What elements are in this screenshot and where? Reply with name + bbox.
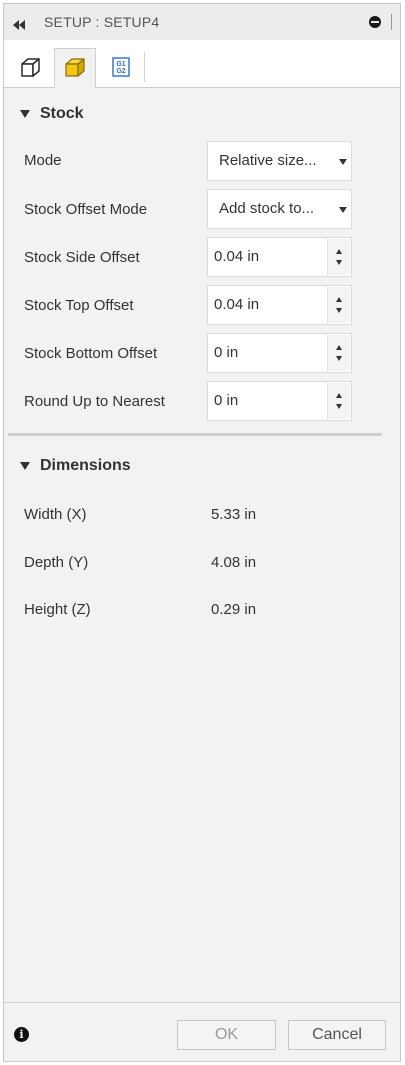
setup-box-outline-icon [19,56,41,82]
svg-text:G1: G1 [116,61,125,68]
svg-text:G2: G2 [116,68,125,75]
spinner-buttons[interactable] [327,239,350,275]
resize-grip[interactable] [391,14,392,30]
title-bar: SETUP : SETUP4 [4,4,400,40]
stock-top-offset-label: Stock Top Offset [24,297,134,314]
stock-bottom-offset-value[interactable]: 0 in [214,344,238,361]
spin-down-icon[interactable] [336,308,342,313]
spinner-buttons[interactable] [327,383,350,419]
stock-offset-mode-dropdown[interactable]: Add stock to... [207,189,352,229]
tab-separator [144,52,145,82]
stock-section-header[interactable]: Stock [20,105,84,123]
mode-label: Mode [24,152,62,169]
dropdown-arrow-icon [339,207,347,213]
stock-top-offset-value[interactable]: 0.04 in [214,296,259,313]
tab-setup[interactable] [9,48,51,89]
spinner-buttons[interactable] [327,287,350,323]
setup-panel: SETUP : SETUP4 G1 G2 Stock Mode Relative… [3,3,401,1062]
tab-stock[interactable] [54,48,96,89]
section-divider [8,433,382,436]
tab-strip: G1 G2 [4,40,400,89]
stock-offset-mode-value: Add stock to... [219,200,315,217]
mode-value: Relative size... [219,152,317,169]
footer-divider [4,1002,400,1003]
stock-bottom-offset-label: Stock Bottom Offset [24,345,158,362]
collapse-panel-icon[interactable] [12,17,26,30]
minimize-icon[interactable] [369,16,381,28]
dropdown-arrow-icon [339,159,347,165]
round-up-value[interactable]: 0 in [214,392,238,409]
info-icon[interactable]: i [14,1027,29,1042]
spin-up-icon[interactable] [336,249,342,254]
stock-side-offset-input[interactable]: 0.04 in [207,237,352,277]
spin-down-icon[interactable] [336,260,342,265]
stock-bottom-offset-input[interactable]: 0 in [207,333,352,373]
width-label: Width (X) [24,506,87,523]
stock-box-yellow-icon [63,56,87,82]
height-value: 0.29 in [211,601,257,618]
spin-up-icon[interactable] [336,393,342,398]
dimensions-section-header[interactable]: Dimensions [20,457,131,475]
round-up-label: Round Up to Nearest [24,393,165,410]
mode-dropdown[interactable]: Relative size... [207,141,352,181]
ok-button[interactable]: OK [177,1020,276,1050]
section-title: Stock [40,105,84,122]
spinner-buttons[interactable] [327,335,350,371]
tab-post-process[interactable]: G1 G2 [100,48,142,89]
g1-g2-icon: G1 G2 [112,56,130,81]
stock-side-offset-label: Stock Side Offset [24,249,140,266]
width-value: 5.33 in [211,506,257,523]
spin-up-icon[interactable] [336,345,342,350]
spin-up-icon[interactable] [336,297,342,302]
cancel-button[interactable]: Cancel [288,1020,386,1050]
round-up-input[interactable]: 0 in [207,381,352,421]
collapse-triangle-icon [20,110,30,118]
stock-offset-mode-label: Stock Offset Mode [24,201,148,218]
stock-side-offset-value[interactable]: 0.04 in [214,248,259,265]
height-label: Height (Z) [24,601,91,618]
section-title: Dimensions [40,457,131,474]
panel-title: SETUP : SETUP4 [44,14,160,30]
collapse-triangle-icon [20,462,30,470]
spin-down-icon[interactable] [336,404,342,409]
stock-top-offset-input[interactable]: 0.04 in [207,285,352,325]
depth-value: 4.08 in [211,554,257,571]
spin-down-icon[interactable] [336,356,342,361]
depth-label: Depth (Y) [24,554,89,571]
